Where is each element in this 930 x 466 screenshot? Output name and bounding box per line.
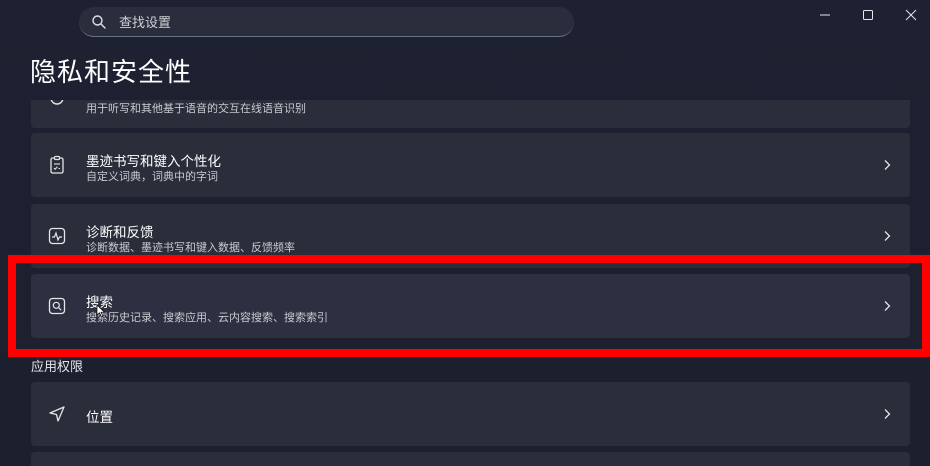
minimize-button[interactable] [802, 0, 848, 30]
section-label-app-permissions: 应用权限 [31, 360, 84, 375]
card-title: 诊断和反馈 [86, 225, 154, 241]
search-icon [91, 14, 107, 30]
minimize-icon [820, 14, 830, 16]
maximize-icon [863, 10, 873, 20]
pulse-icon [47, 226, 67, 246]
maximize-button[interactable] [845, 0, 891, 30]
chevron-right-icon [884, 409, 891, 419]
location-arrow-icon [47, 404, 67, 424]
settings-card-search[interactable]: 搜索 搜索历史记录、搜索应用、云内容搜索、搜索索引 [31, 274, 910, 338]
card-description: 搜索历史记录、搜索应用、云内容搜索、搜索索引 [86, 311, 328, 324]
card-title: 位置 [86, 410, 113, 426]
search-input[interactable] [117, 11, 561, 35]
search-box[interactable] [79, 7, 574, 37]
speech-icon [47, 100, 67, 108]
chevron-right-icon [884, 231, 891, 241]
settings-card-next[interactable] [31, 452, 910, 466]
close-icon [905, 9, 917, 21]
search-box-icon [47, 296, 67, 316]
card-description: 用于听写和其他基于语音的交互在线语音识别 [86, 102, 306, 115]
settings-card-inking[interactable]: 墨迹书写和键入个性化 自定义词典，词典中的字词 [31, 133, 910, 197]
close-button[interactable] [888, 0, 930, 30]
chevron-right-icon [884, 160, 891, 170]
mouse-cursor-icon [96, 304, 106, 318]
card-description: 诊断数据、墨迹书写和键入数据、反馈频率 [86, 241, 295, 254]
settings-card-diagnostics[interactable]: 诊断和反馈 诊断数据、墨迹书写和键入数据、反馈频率 [31, 204, 910, 268]
clipboard-icon [47, 155, 67, 175]
settings-card-location[interactable]: 位置 [31, 382, 910, 446]
card-title: 墨迹书写和键入个性化 [86, 154, 221, 170]
settings-window: 隐私和安全性 用于听写和其他基于语音的交互在线语音识别 墨迹书写和键入个性化 自… [0, 0, 930, 466]
card-description: 自定义词典，词典中的字词 [86, 170, 218, 183]
chevron-right-icon [884, 301, 891, 311]
page-title: 隐私和安全性 [30, 58, 193, 88]
